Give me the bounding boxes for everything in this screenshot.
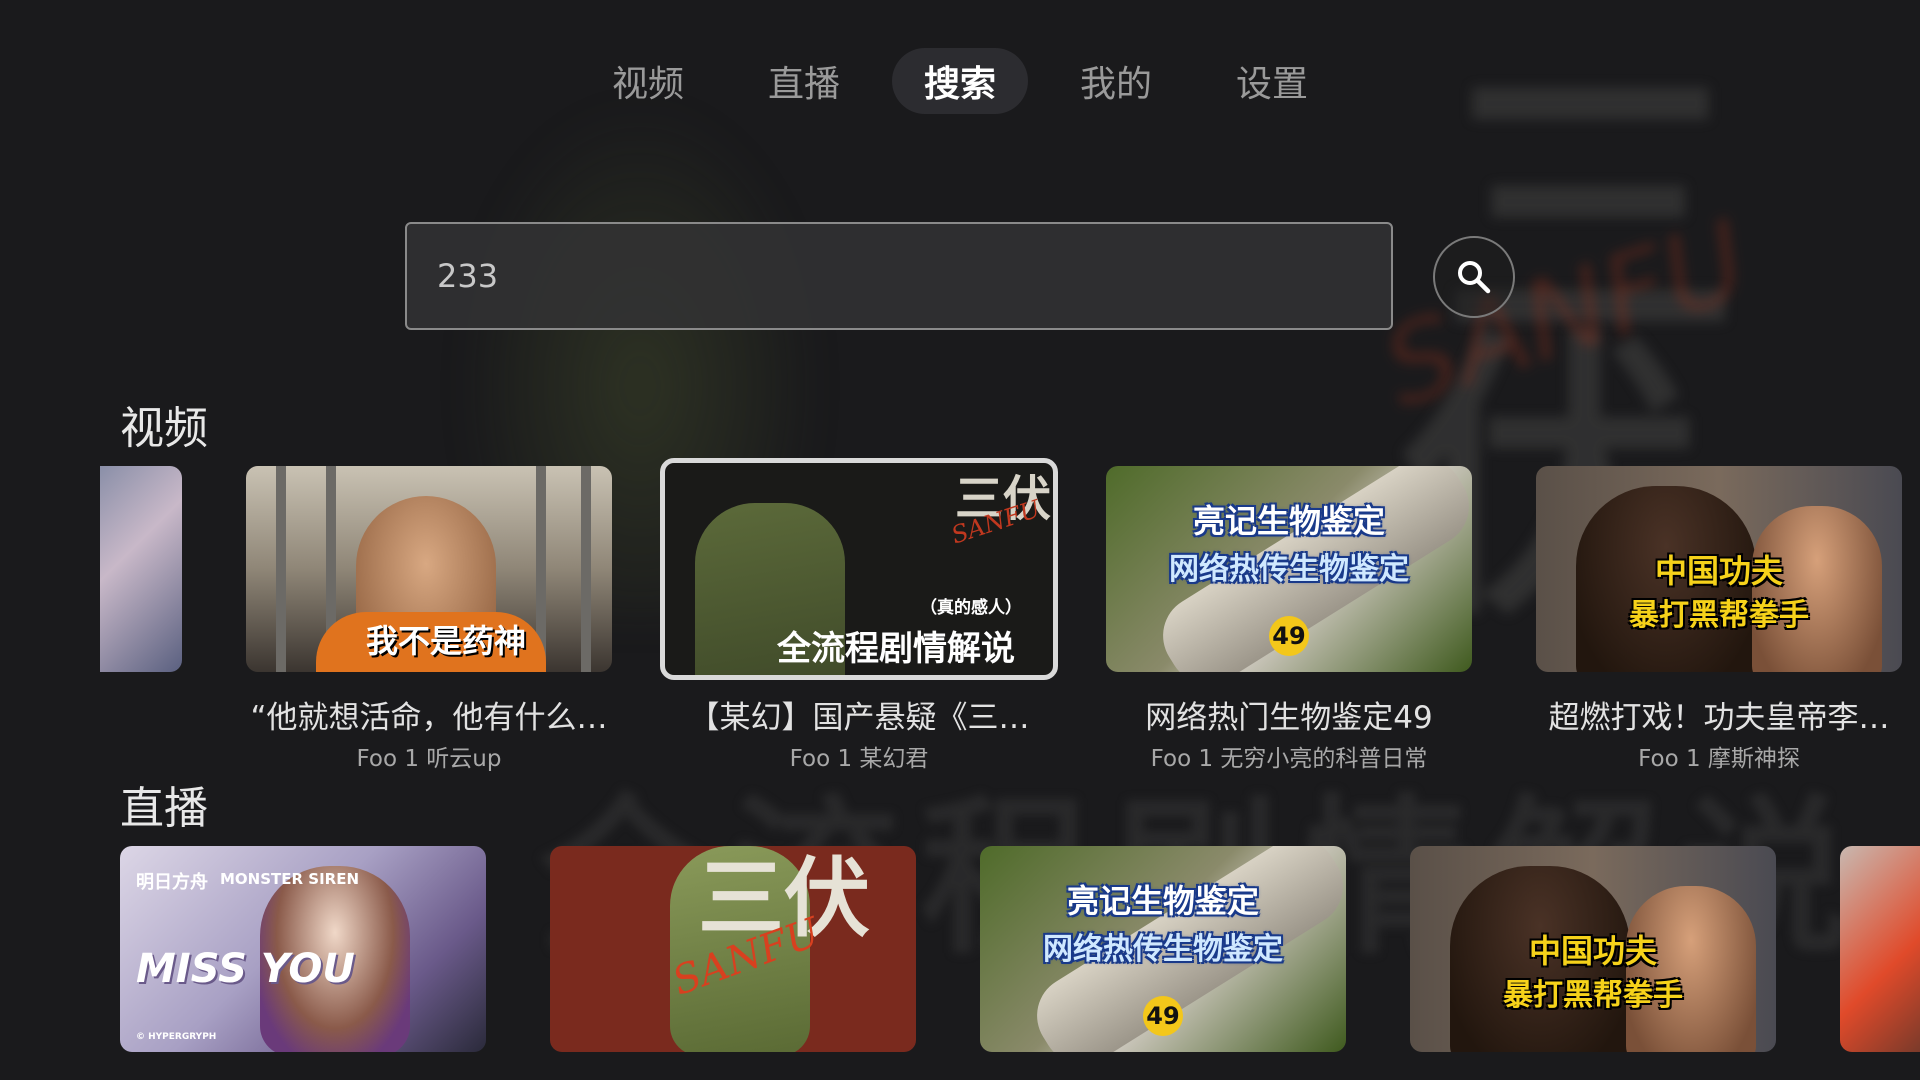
live-card[interactable]: 亮记生物鉴定 网络热传生物鉴定 49 [980,846,1346,1052]
thumbnail-line1: 中国功夫 [1528,932,1657,970]
video-title: 网络热门生物鉴定49 [1145,700,1433,736]
thumbnail-line2: 暴打黑帮拳手 [1503,978,1683,1013]
video-title: “他就想活命，他有什么… [250,700,608,736]
video-subtitle: Foo 1 无穷小亮的科普日常 [1150,746,1428,772]
live-thumbnail: 亮记生物鉴定 网络热传生物鉴定 49 [980,846,1346,1052]
search-button[interactable] [1433,236,1515,318]
thumbnail-headline: MISS YOU [136,946,355,992]
video-thumbnail: 三伏 SANFU （真的感人） 全流程剧情解说 [660,458,1058,680]
video-card[interactable]: 亮记生物鉴定 网络热传生物鉴定 49 网络热门生物鉴定49 Foo 1 无穷小亮… [1106,466,1472,773]
video-card[interactable]: 我不是药神 “他就想活命，他有什么… Foo 1 听云up [246,466,612,773]
video-thumbnail [100,466,182,672]
live-card[interactable]: 明日方舟 MONSTER SIREN MISS YOU © HYPERGRYPH [120,846,486,1052]
tab-search[interactable]: 搜索 [892,48,1028,114]
live-thumbnail: 中国功夫 暴打黑帮拳手 [1410,846,1776,1052]
thumbnail-line2: 网络热传生物鉴定 [1043,932,1283,967]
top-nav: 视频 直播 搜索 我的 设置 [0,48,1920,114]
live-card[interactable]: 中国功夫 暴打黑帮拳手 [1410,846,1776,1052]
tab-video[interactable]: 视频 [580,48,716,114]
video-card-partial[interactable] [100,466,182,672]
thumbnail-caption: 全流程剧情解说 [777,629,1015,669]
video-card[interactable]: 中国功夫 暴打黑帮拳手 超燃打戏！功夫皇帝李… Foo 1 摩斯神探 [1536,466,1902,773]
thumbnail-line1: 亮记生物鉴定 [1192,502,1385,540]
tab-live[interactable]: 直播 [736,48,872,114]
section-title-video: 视频 [120,403,208,454]
thumbnail-line2: 暴打黑帮拳手 [1629,598,1809,633]
video-card-focused[interactable]: 三伏 SANFU （真的感人） 全流程剧情解说 【某幻】国产悬疑《三… Foo … [660,458,1058,773]
search-input-value: 233 [437,257,499,295]
thumbnail-footer: © HYPERGRYPH [136,1032,217,1042]
video-title: 超燃打戏！功夫皇帝李… [1548,700,1890,736]
video-thumbnail: 我不是药神 [246,466,612,672]
video-subtitle: Foo 1 听云up [356,746,502,772]
video-subtitle: Foo 1 摩斯神探 [1638,746,1800,772]
search-icon [1458,261,1491,294]
video-subtitle: Foo 1 某幻君 [789,746,929,772]
video-title: 【某幻】国产悬疑《三… [688,700,1030,736]
episode-badge: 49 [1269,616,1309,656]
section-title-live: 直播 [120,783,208,834]
video-thumbnail: 亮记生物鉴定 网络热传生物鉴定 49 [1106,466,1472,672]
live-thumbnail: 三伏 SANFU [550,846,916,1052]
live-card[interactable]: 三伏 SANFU [550,846,916,1052]
thumbnail-line2: 网络热传生物鉴定 [1169,552,1409,587]
thumbnail-line1: 亮记生物鉴定 [1066,882,1259,920]
episode-badge: 49 [1143,996,1183,1036]
thumbnail-line1: 中国功夫 [1654,552,1783,590]
thumbnail-text: 我不是药神 [366,622,527,660]
live-thumbnail: 明日方舟 MONSTER SIREN MISS YOU © HYPERGRYPH [120,846,486,1052]
tab-settings[interactable]: 设置 [1204,48,1340,114]
thumbnail-logo: MONSTER SIREN [220,870,360,888]
thumbnail-caption-small: （真的感人） [920,598,1022,618]
tab-mine[interactable]: 我的 [1048,48,1184,114]
live-card-partial[interactable] [1840,846,1920,1052]
thumbnail-logo: 明日方舟 [136,872,208,893]
video-thumbnail: 中国功夫 暴打黑帮拳手 [1536,466,1902,672]
live-thumbnail [1840,846,1920,1052]
search-input[interactable]: 233 [405,222,1393,330]
